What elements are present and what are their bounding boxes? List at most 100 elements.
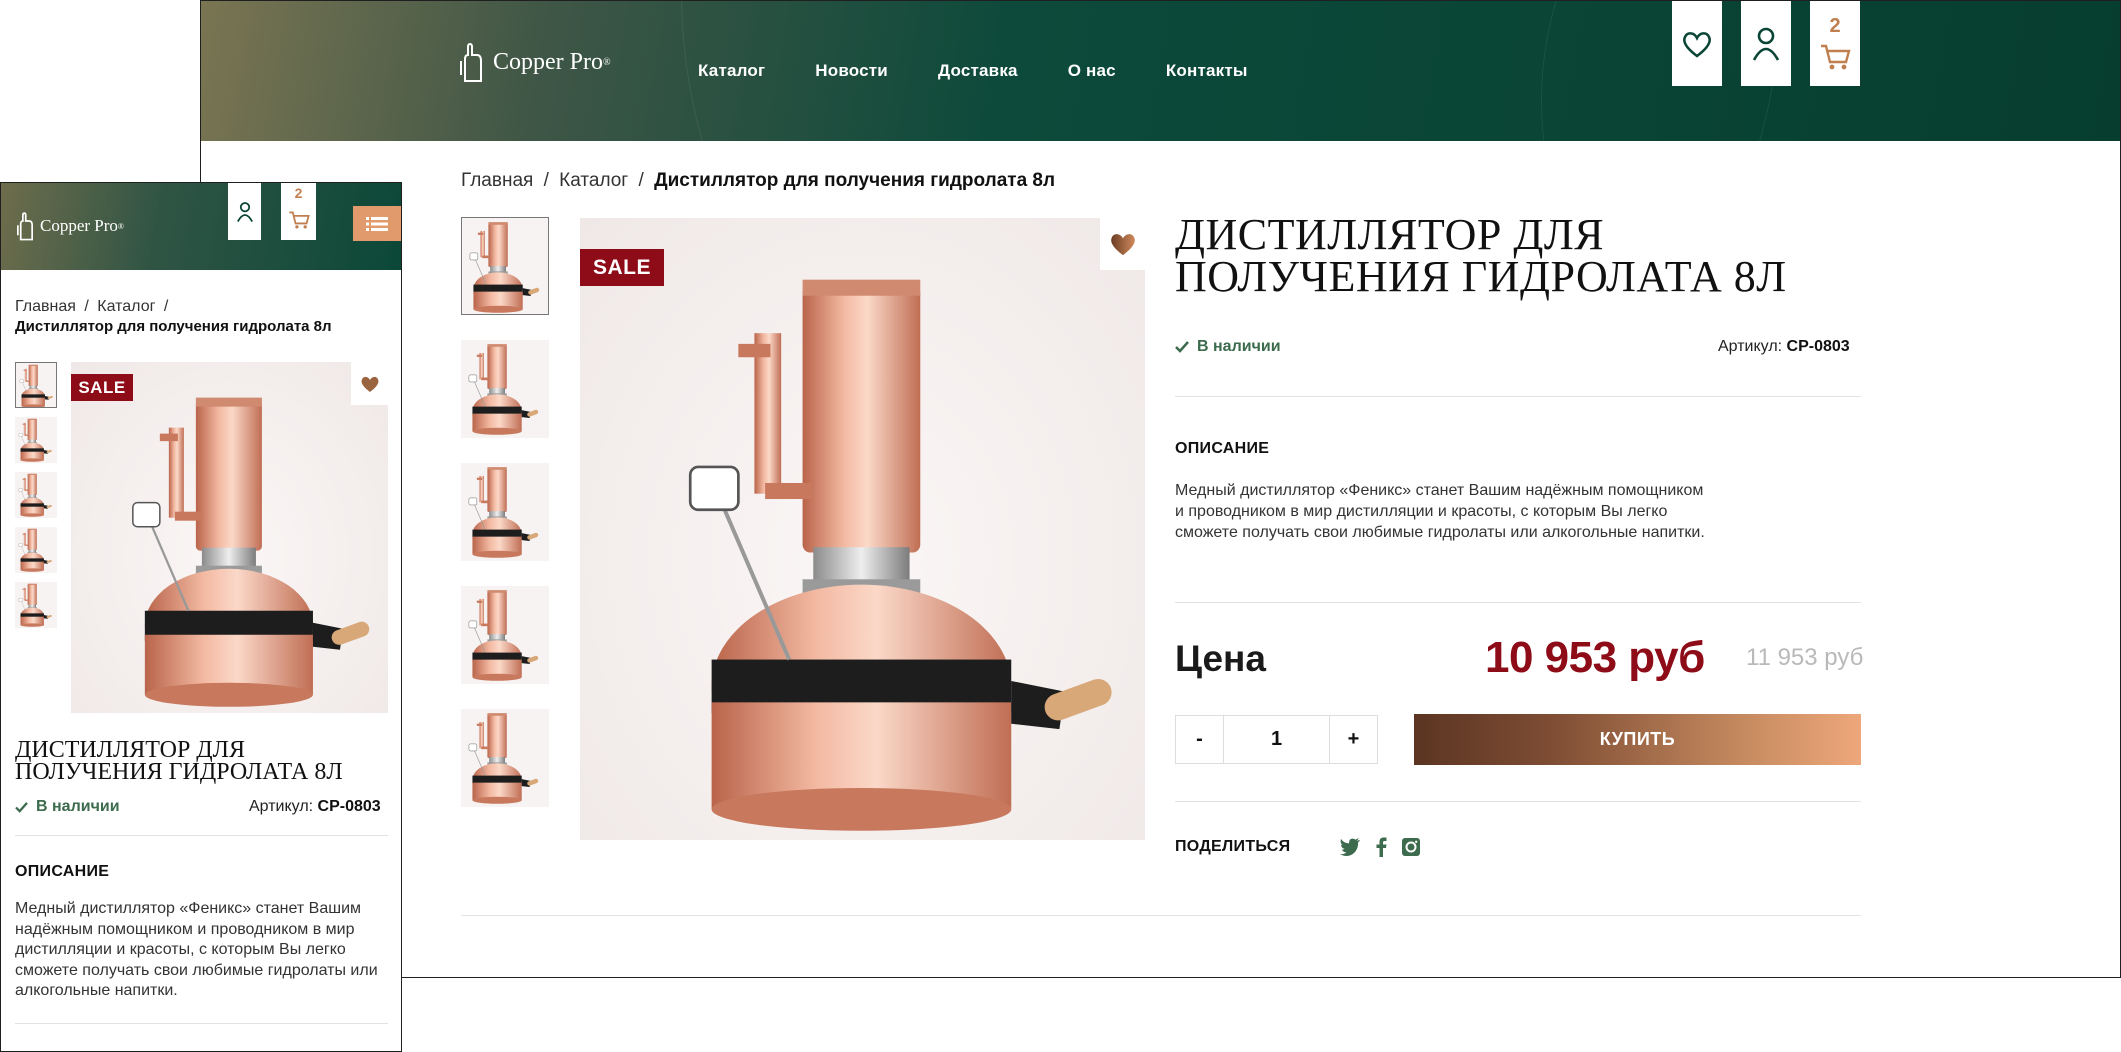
logo-registered: ® <box>117 221 124 231</box>
product-main-image[interactable] <box>580 218 1145 840</box>
product-thumbnail-image <box>15 582 57 628</box>
qty-minus-button[interactable]: - <box>1176 716 1224 763</box>
product-thumbnail-image <box>16 363 57 408</box>
instagram-icon[interactable] <box>1401 837 1421 857</box>
stock-text: В наличии <box>36 798 120 815</box>
favorites-button[interactable] <box>1672 1 1722 86</box>
heart-icon <box>361 376 378 392</box>
breadcrumb-separator: / <box>638 170 644 191</box>
nav-news[interactable]: Новости <box>815 61 888 81</box>
price-label: Цена <box>1175 638 1266 679</box>
product-description: Медный дистиллятор «Феникс» станет Вашим… <box>15 900 378 999</box>
thumbnail[interactable] <box>461 217 549 315</box>
old-price: 11 953 руб <box>1746 644 1864 671</box>
mobile-product-main-image[interactable] <box>71 362 388 713</box>
mobile-breadcrumb: Главная / Каталог / Дистиллятор для полу… <box>15 297 385 337</box>
product-title: Дистиллятор для получения гидролата 8л <box>1175 210 1787 301</box>
thumbnail[interactable] <box>15 582 57 628</box>
facebook-icon[interactable] <box>1375 837 1387 857</box>
sku-label: Артикул: <box>249 798 314 815</box>
mobile-thumbnail-list <box>15 362 58 637</box>
breadcrumb-separator: / <box>84 298 89 315</box>
quantity-stepper: - 1 + <box>1175 715 1378 764</box>
mobile-header: Copper Pro ® 2 <box>1 183 401 270</box>
description-heading: ОПИСАНИЕ <box>1175 440 1270 457</box>
thumbnail[interactable] <box>15 362 57 408</box>
product-thumbnail-image <box>461 340 549 438</box>
distiller-image <box>580 218 1145 840</box>
account-button[interactable] <box>1741 1 1791 86</box>
main-nav: Каталог Новости Доставка О нас Контакты <box>698 61 1298 81</box>
sku-value: CP-0803 <box>1786 338 1850 355</box>
desktop-view: Copper Pro ® Каталог Новости Доставка О н… <box>200 0 2121 978</box>
add-to-favorites-button[interactable] <box>1100 218 1145 270</box>
product-thumbnail-image <box>462 218 549 315</box>
divider <box>15 1023 388 1024</box>
cart-count: 2 <box>1829 15 1841 37</box>
breadcrumb-home[interactable]: Главная <box>461 170 533 191</box>
nav-delivery[interactable]: Доставка <box>938 61 1018 81</box>
cart-icon <box>288 211 310 229</box>
add-to-favorites-button[interactable] <box>351 362 388 405</box>
sku-label: Артикул: <box>1718 338 1783 355</box>
product-thumbnail-image <box>461 586 549 684</box>
divider <box>1175 396 1861 397</box>
logo-text: Copper Pro <box>493 48 603 75</box>
thumbnail[interactable] <box>461 709 549 807</box>
twitter-icon[interactable] <box>1339 838 1361 856</box>
qty-plus-button[interactable]: + <box>1329 716 1377 763</box>
logo-mark-icon <box>460 42 482 82</box>
sku: Артикул: CP-0803 <box>1718 338 1850 356</box>
thumbnail[interactable] <box>15 527 57 573</box>
product-thumbnail-image <box>15 417 57 463</box>
nav-about[interactable]: О нас <box>1068 61 1116 81</box>
mobile-product-title: Дистиллятор для получения гидролата 8л <box>15 737 343 785</box>
thumbnail[interactable] <box>15 472 57 518</box>
product-thumbnail-image <box>15 472 57 518</box>
nav-catalog[interactable]: Каталог <box>698 61 765 81</box>
product-thumbnail-image <box>15 527 57 573</box>
mobile-cart-button[interactable]: 2 <box>281 183 316 240</box>
sku: Артикул: CP-0803 <box>249 798 381 816</box>
description-heading: ОПИСАНИЕ <box>15 863 110 880</box>
check-icon <box>1175 341 1189 353</box>
breadcrumb-current: Дистиллятор для получения гидролата 8л <box>654 170 1056 191</box>
mobile-view: Copper Pro ® 2 Главная / Каталог / Дистил… <box>0 182 402 1052</box>
buy-button[interactable]: КУПИТЬ <box>1414 714 1861 765</box>
breadcrumb-catalog[interactable]: Каталог <box>559 170 628 191</box>
product-description: Медный дистиллятор «Феникс» станет Вашим… <box>1175 482 1705 541</box>
thumbnail[interactable] <box>15 417 57 463</box>
site-logo[interactable]: Copper Pro ® <box>457 41 611 83</box>
divider <box>1175 602 1861 603</box>
site-header: Copper Pro ® Каталог Новости Доставка О н… <box>201 1 2120 141</box>
logo-registered: ® <box>603 56 611 68</box>
menu-button[interactable] <box>353 206 401 241</box>
mobile-account-button[interactable] <box>228 183 261 240</box>
social-links <box>1339 837 1421 857</box>
nav-contacts[interactable]: Контакты <box>1166 61 1248 81</box>
breadcrumb-home[interactable]: Главная <box>15 298 76 315</box>
breadcrumb-separator: / <box>163 298 169 315</box>
divider <box>461 915 1861 916</box>
mobile-site-logo[interactable]: Copper Pro ® <box>15 211 124 241</box>
divider <box>15 835 388 836</box>
cart-button[interactable]: 2 <box>1810 1 1860 86</box>
sku-value: CP-0803 <box>317 798 381 815</box>
heart-icon <box>1110 234 1135 256</box>
check-icon <box>15 801 28 813</box>
stock-status: В наличии <box>15 798 120 816</box>
heart-icon <box>1683 31 1711 58</box>
share-label: ПОДЕЛИТЬСЯ <box>1175 838 1291 855</box>
cart-count: 2 <box>294 185 303 201</box>
cart-icon <box>1821 44 1851 69</box>
thumbnail[interactable] <box>461 463 549 561</box>
breadcrumb-catalog[interactable]: Каталог <box>97 298 155 315</box>
user-icon <box>236 201 253 222</box>
thumbnail[interactable] <box>461 586 549 684</box>
qty-input[interactable]: 1 <box>1224 716 1329 763</box>
stock-status: В наличии <box>1175 338 1281 356</box>
logo-mark-icon <box>17 212 33 241</box>
sale-badge: SALE <box>580 249 664 286</box>
logo-text: Copper Pro <box>40 216 118 235</box>
thumbnail[interactable] <box>461 340 549 438</box>
